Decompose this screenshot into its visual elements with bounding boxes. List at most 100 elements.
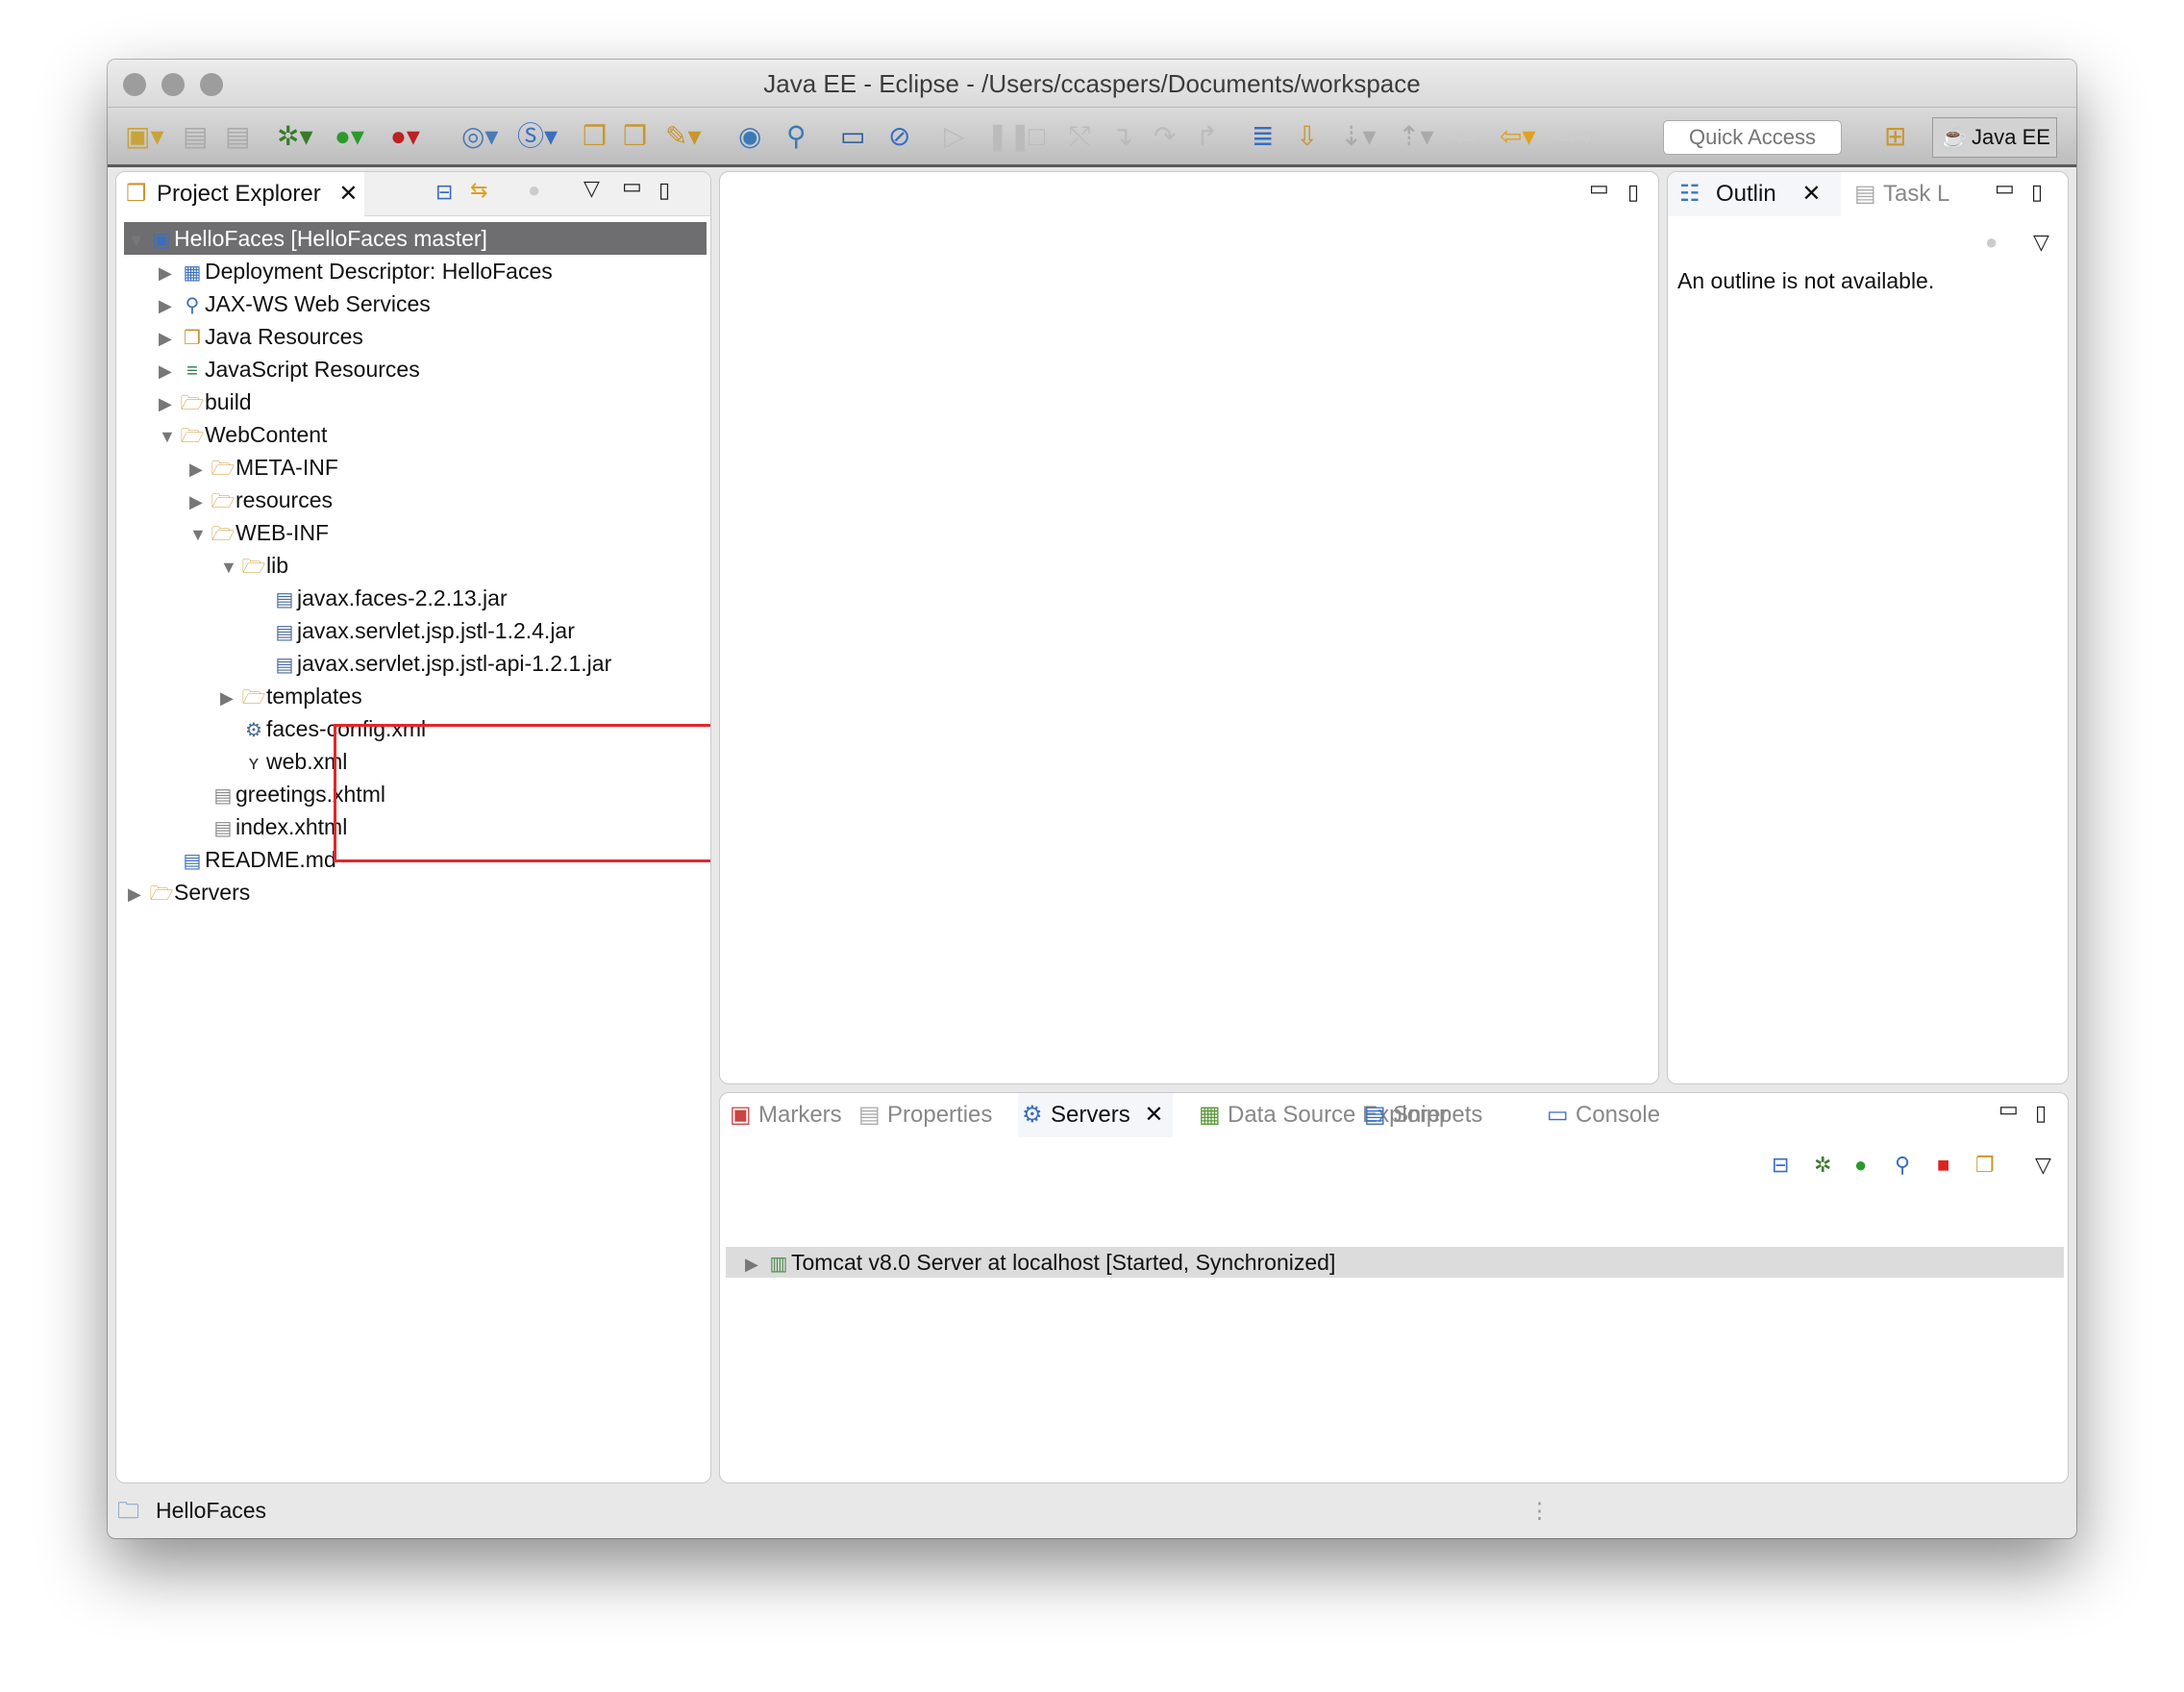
tab-servers[interactable]: ⚙ Servers ✕ <box>1018 1093 1174 1137</box>
expanded-arrow-icon[interactable]: ▼ <box>220 551 241 584</box>
collapsed-arrow-icon[interactable]: ▶ <box>128 878 149 910</box>
quick-access-input[interactable] <box>1663 120 1842 155</box>
forward-icon[interactable]: ⇨▾ <box>1557 119 1594 154</box>
minimize-icon[interactable]: ▭ <box>1995 176 2015 201</box>
tree-item[interactable]: ▶ ▦ Deployment Descriptor: HelloFaces <box>159 255 553 287</box>
tree-item[interactable]: ▤ javax.servlet.jsp.jstl-api-1.2.1.jar <box>251 647 612 680</box>
close-tab-icon[interactable]: ✕ <box>338 181 358 207</box>
search-icon[interactable]: ✎▾ <box>665 119 702 154</box>
close-window-button[interactable] <box>123 73 146 96</box>
new-web-icon[interactable]: ◎▾ <box>461 119 499 154</box>
collapsed-arrow-icon[interactable]: ▶ <box>159 355 180 387</box>
tree-item[interactable]: ▶ 🗁resources <box>189 484 333 516</box>
link-with-editor-icon[interactable]: ⇆ <box>470 178 487 203</box>
debug-icon[interactable]: ✲▾ <box>277 119 313 154</box>
close-tab-icon[interactable]: ✕ <box>1138 1102 1163 1128</box>
tree-item[interactable]: ▶ 🗁build <box>159 386 252 418</box>
back-icon[interactable]: ⇦▾ <box>1500 119 1536 154</box>
step-over-icon[interactable]: ↷ <box>1154 119 1176 154</box>
tab-properties[interactable]: ▤ Properties <box>855 1093 992 1137</box>
suspend-icon[interactable]: ❚❚ <box>986 119 1031 154</box>
tab-snippets[interactable]: ▤ Snippets <box>1360 1093 1482 1137</box>
save-icon[interactable]: ▤ <box>183 119 208 154</box>
minimize-icon[interactable]: ▭ <box>622 174 642 199</box>
browser-icon[interactable]: ◉ <box>738 119 761 154</box>
tree-item[interactable]: ▶ ⚲ JAX-WS Web Services <box>159 287 431 320</box>
tree-item[interactable]: ʏ web.xml <box>220 745 348 778</box>
tree-item[interactable]: ▶ 🗁templates <box>220 680 362 712</box>
annotation-icon[interactable]: ≣ <box>1252 119 1274 154</box>
expanded-arrow-icon[interactable]: ▼ <box>159 420 180 453</box>
tree-item[interactable]: ▼ 🗁WEB-INF <box>189 516 329 549</box>
expand-arrow-icon[interactable]: ▶ <box>745 1249 766 1280</box>
maximize-icon[interactable]: ▯ <box>2031 180 2043 205</box>
filter-icon[interactable]: ● <box>1985 230 1998 255</box>
debug-server-icon[interactable]: ✲ <box>1814 1153 1831 1178</box>
server-row[interactable]: ▶ ▥ Tomcat v8.0 Server at localhost [Start… <box>726 1247 2064 1278</box>
stop-server-icon[interactable]: ■ <box>1937 1153 1949 1178</box>
publish-icon[interactable]: ⚲ <box>786 119 807 154</box>
resume-icon[interactable]: ▷ <box>944 119 965 154</box>
tree-item[interactable]: ▤ javax.faces-2.2.13.jar <box>251 582 508 614</box>
run-server-icon[interactable]: ●▾ <box>390 119 420 154</box>
profile-server-icon[interactable]: ⚲ <box>1895 1153 1910 1178</box>
tree-item[interactable]: ▼ ▣ HelloFaces [HelloFaces master] <box>124 222 707 255</box>
start-server-icon[interactable]: ● <box>1854 1153 1867 1178</box>
view-menu-icon[interactable]: ▽ <box>583 176 600 201</box>
tree-item[interactable]: ▶ ❒ Java Resources <box>159 320 363 353</box>
tree-item[interactable]: ▶ 🗁META-INF <box>189 451 338 484</box>
tab-outline[interactable]: ☷ Outlin ✕ <box>1668 172 1841 216</box>
tab-project-explorer[interactable]: ❒ Project Explorer ✕ <box>116 172 364 216</box>
disconnect-icon[interactable]: ⤲ <box>1069 119 1090 154</box>
terminate-icon[interactable]: □ <box>1029 119 1045 154</box>
tree-item[interactable]: ▤ README.md <box>159 843 336 876</box>
run-icon[interactable]: ●▾ <box>335 119 364 154</box>
collapsed-arrow-icon[interactable]: ▶ <box>159 257 180 289</box>
open-task-icon[interactable]: ❒ <box>623 119 647 154</box>
editor-minimize-icon[interactable]: ▭ <box>1589 176 1609 201</box>
maximize-icon[interactable]: ▯ <box>2035 1101 2047 1126</box>
editor-maximize-icon[interactable]: ▯ <box>1627 180 1639 205</box>
tree-item[interactable]: ▶ 🗁Servers <box>128 876 250 908</box>
new-servlet-icon[interactable]: Ⓢ▾ <box>517 119 558 154</box>
tab-task-list[interactable]: ▤ Task L <box>1850 172 1949 216</box>
collapsed-arrow-icon[interactable]: ▶ <box>159 322 180 355</box>
last-edit-icon[interactable]: ⇦ <box>1453 119 1476 154</box>
prev-annotation-icon[interactable]: ⇡▾ <box>1398 119 1434 154</box>
next-annotation-icon[interactable]: ⇣▾ <box>1340 119 1377 154</box>
collapsed-arrow-icon[interactable]: ▶ <box>189 485 211 518</box>
view-menu-icon[interactable]: ▽ <box>2035 1153 2051 1178</box>
collapse-all-icon[interactable]: ⊟ <box>435 180 453 205</box>
collapse-all-icon[interactable]: ⊟ <box>1772 1153 1789 1178</box>
step-return-icon[interactable]: ↱ <box>1196 119 1218 154</box>
perspective-java-ee-button[interactable]: ☕ Java EE <box>1932 117 2057 158</box>
collapsed-arrow-icon[interactable]: ▶ <box>159 387 180 420</box>
status-divider[interactable]: ⋮ <box>1528 1483 1551 1538</box>
collapsed-arrow-icon[interactable]: ▶ <box>159 289 180 322</box>
new-icon[interactable]: ▣▾ <box>125 119 164 154</box>
open-type-icon[interactable]: ❒ <box>583 119 607 154</box>
filter-icon[interactable]: ● <box>528 178 540 203</box>
expanded-arrow-icon[interactable]: ▼ <box>189 518 211 551</box>
expanded-arrow-icon[interactable]: ▼ <box>128 224 149 257</box>
zoom-window-button[interactable] <box>200 73 223 96</box>
tree-item[interactable]: ▼ 🗁lib <box>220 549 288 582</box>
console-icon[interactable]: ▭ <box>840 119 865 154</box>
toggle-mark-icon[interactable]: ⇩ <box>1296 119 1318 154</box>
tree-item[interactable]: ▤ index.xhtml <box>189 810 348 843</box>
tab-console[interactable]: ▭ Console <box>1543 1093 1660 1137</box>
tree-item[interactable]: ▤ javax.servlet.jsp.jstl-1.2.4.jar <box>251 614 575 647</box>
tree-item[interactable]: ▶ ≡ JavaScript Resources <box>159 353 420 386</box>
save-all-icon[interactable]: ▤ <box>225 119 250 154</box>
close-tab-icon[interactable]: ✕ <box>1801 181 1821 207</box>
tree-item[interactable]: ▼ 🗁WebContent <box>159 418 327 451</box>
step-into-icon[interactable]: ↴ <box>1111 119 1133 154</box>
collapsed-arrow-icon[interactable]: ▶ <box>189 453 211 485</box>
publish-icon[interactable]: ❐ <box>1975 1153 1995 1178</box>
minimize-window-button[interactable] <box>161 73 185 96</box>
skip-breakpoints-icon[interactable]: ⊘ <box>888 119 910 154</box>
minimize-icon[interactable]: ▭ <box>1998 1097 2019 1122</box>
view-menu-icon[interactable]: ▽ <box>2033 230 2049 255</box>
collapsed-arrow-icon[interactable]: ▶ <box>220 682 241 714</box>
tab-markers[interactable]: ▣ Markers <box>726 1093 842 1137</box>
